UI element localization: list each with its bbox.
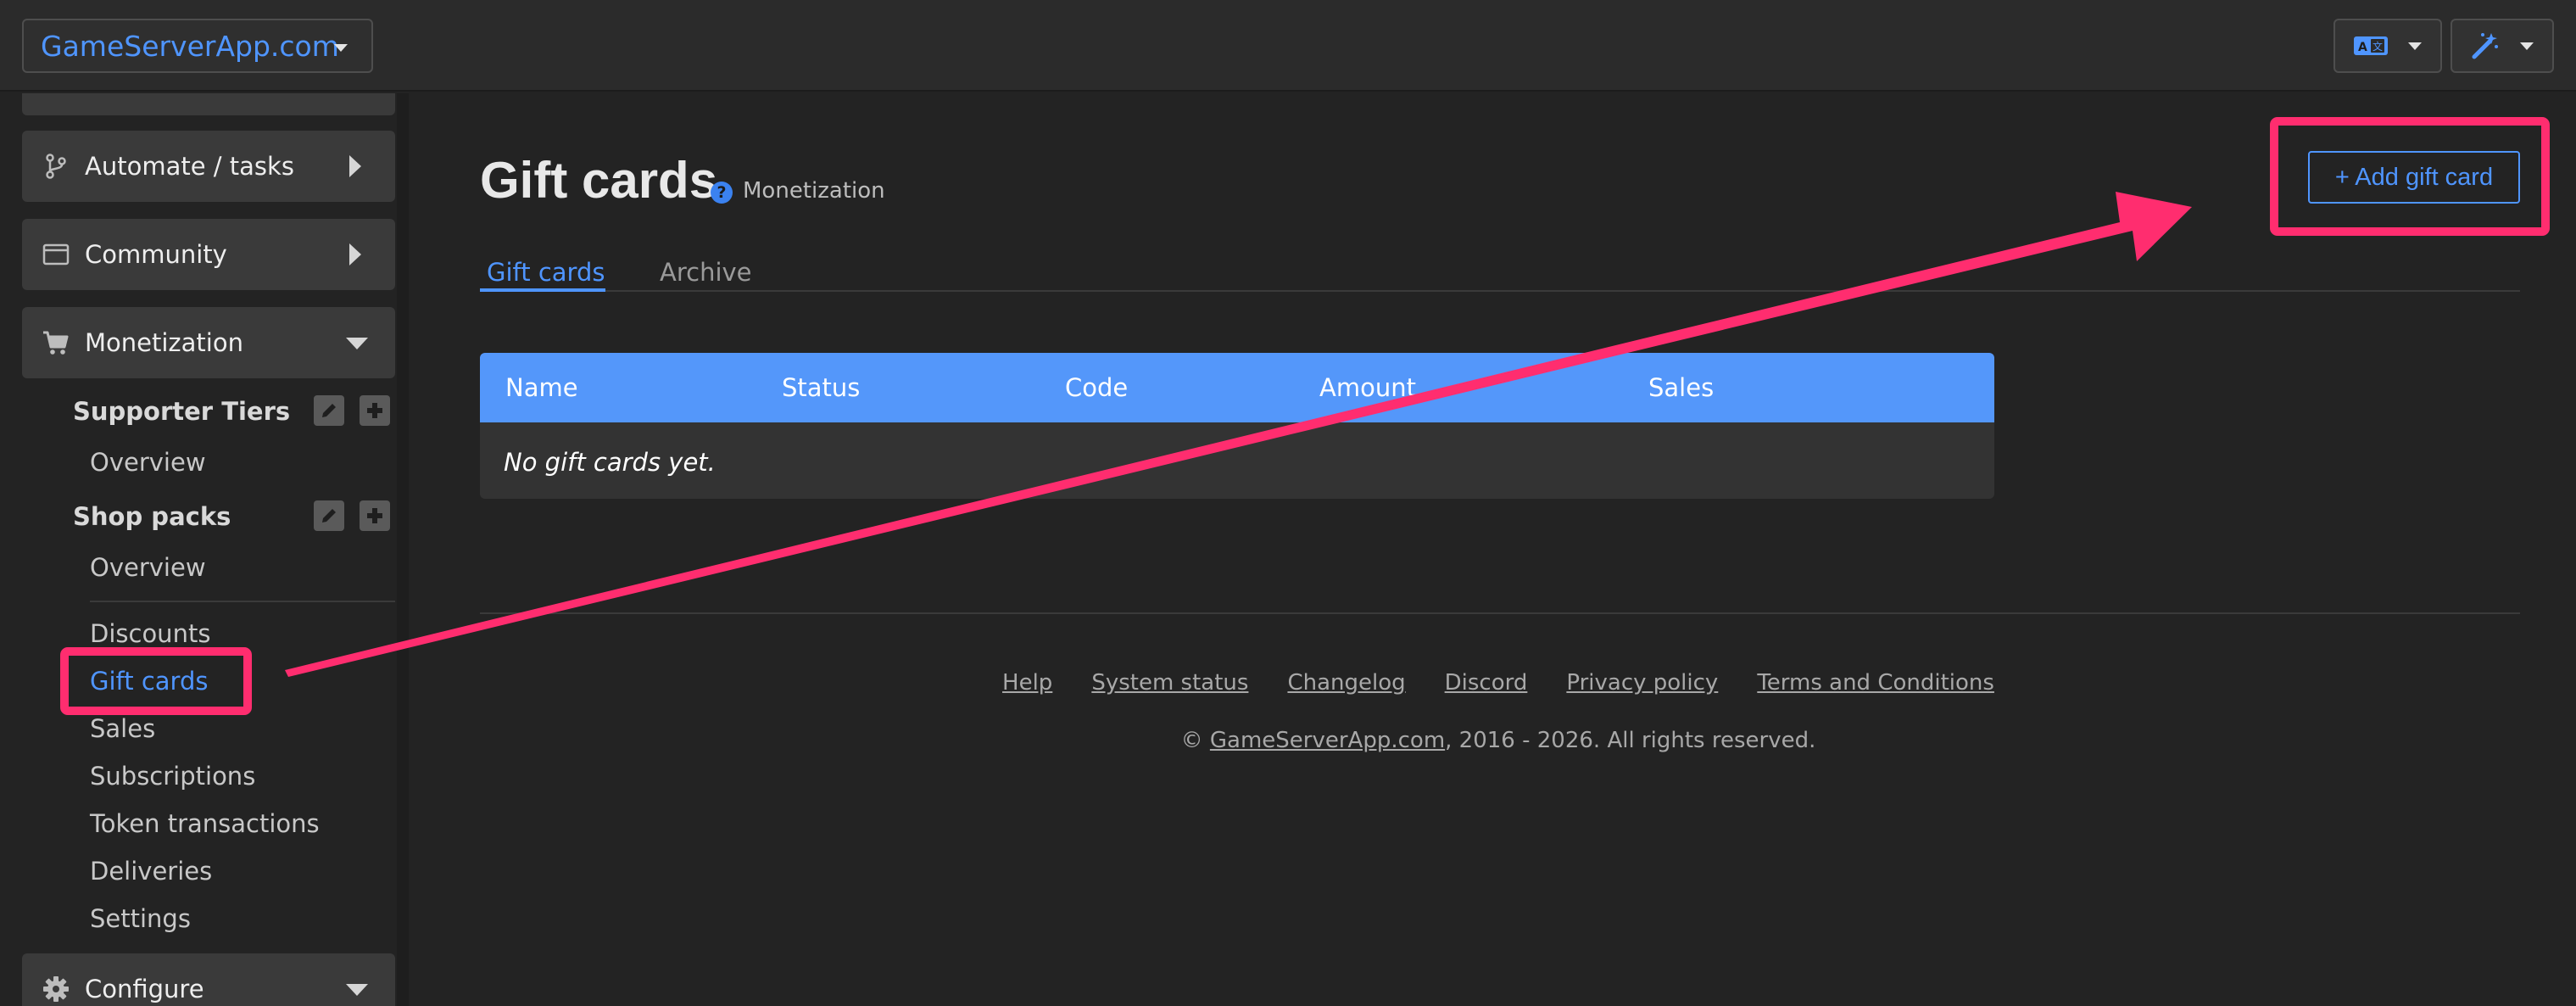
sidebar-link-shop-overview[interactable]: Overview xyxy=(90,553,206,582)
edit-shop-packs-button[interactable] xyxy=(314,500,344,531)
window-icon xyxy=(42,243,70,265)
sidebar-link-token-transactions[interactable]: Token transactions xyxy=(90,809,320,838)
table-header: Name Status Code Amount Sales xyxy=(480,353,1994,422)
gift-cards-table: Name Status Code Amount Sales No gift ca… xyxy=(480,353,1994,499)
add-supporter-tier-button[interactable] xyxy=(360,395,390,426)
sidebar-link-discounts[interactable]: Discounts xyxy=(90,619,210,648)
footer-link-changelog[interactable]: Changelog xyxy=(1287,670,1405,696)
pencil-icon xyxy=(322,509,336,523)
top-bar: GameServerApp.com A 文 xyxy=(0,0,2576,92)
sidebar-item-monetization[interactable]: Monetization xyxy=(22,307,395,378)
column-header-sales[interactable]: Sales xyxy=(1648,373,1714,402)
tools-dropdown-button[interactable] xyxy=(2451,19,2554,73)
column-header-status[interactable]: Status xyxy=(782,373,860,402)
chevron-down-icon xyxy=(346,338,368,349)
chevron-down-icon xyxy=(334,44,348,52)
add-shop-pack-button[interactable] xyxy=(360,500,390,531)
sidebar: Automate / tasks Community Monetization … xyxy=(0,93,409,1006)
sidebar-link-settings[interactable]: Settings xyxy=(90,904,191,933)
table-empty-message: No gift cards yet. xyxy=(504,448,716,477)
shop-packs-heading: Shop packs xyxy=(73,502,231,531)
tab-gift-cards[interactable]: Gift cards xyxy=(487,258,605,287)
footer-links: Help System status Changelog Discord Pri… xyxy=(421,670,2576,696)
site-selector-dropdown[interactable]: GameServerApp.com xyxy=(22,19,373,73)
site-selector-label: GameServerApp.com xyxy=(41,29,339,63)
language-dropdown-button[interactable]: A 文 xyxy=(2333,19,2442,73)
gear-icon xyxy=(43,976,69,1002)
copyright-suffix: , 2016 - 2026. All rights reserved. xyxy=(1445,728,1816,753)
sidebar-panel-partial[interactable] xyxy=(22,93,395,115)
chevron-down-icon xyxy=(2520,42,2534,50)
svg-text:A: A xyxy=(2358,41,2367,54)
chevron-down-icon xyxy=(2408,42,2422,50)
branch-icon xyxy=(46,154,66,179)
category-label: Monetization xyxy=(743,178,885,204)
copyright-text: © GameServerApp.com, 2016 - 2026. All ri… xyxy=(421,728,2576,753)
tab-archive[interactable]: Archive xyxy=(660,258,752,287)
translate-icon: A 文 xyxy=(2354,36,2388,55)
sidebar-item-label: Monetization xyxy=(85,328,243,357)
add-gift-card-button[interactable]: + Add gift card xyxy=(2308,151,2520,204)
sidebar-link-subscriptions[interactable]: Subscriptions xyxy=(90,762,255,791)
sidebar-item-configure[interactable]: Configure xyxy=(22,953,395,1006)
sidebar-divider xyxy=(90,601,395,602)
sidebar-link-gift-cards[interactable]: Gift cards xyxy=(90,667,208,696)
sidebar-item-label: Community xyxy=(85,240,227,269)
copyright-link[interactable]: GameServerApp.com xyxy=(1210,728,1445,753)
active-tab-indicator xyxy=(480,288,605,292)
column-header-code[interactable]: Code xyxy=(1065,373,1128,402)
page-title: Gift cards xyxy=(480,152,718,209)
pencil-icon xyxy=(322,404,336,417)
sidebar-link-supporter-overview[interactable]: Overview xyxy=(90,448,206,477)
svg-text:文: 文 xyxy=(2372,40,2383,53)
supporter-tiers-heading: Supporter Tiers xyxy=(73,397,291,426)
cart-icon xyxy=(43,331,69,355)
footer-link-terms[interactable]: Terms and Conditions xyxy=(1757,670,1994,696)
column-header-name[interactable]: Name xyxy=(505,373,578,402)
column-header-amount[interactable]: Amount xyxy=(1319,373,1416,402)
footer-link-discord[interactable]: Discord xyxy=(1445,670,1528,696)
sidebar-item-community[interactable]: Community xyxy=(22,219,395,290)
chevron-right-icon xyxy=(349,155,361,177)
sidebar-item-label: Automate / tasks xyxy=(85,152,294,181)
chevron-down-icon xyxy=(346,984,368,996)
magic-wand-icon xyxy=(2472,33,2498,59)
chevron-right-icon xyxy=(349,243,361,265)
main-content: Gift cards ? Monetization + Add gift car… xyxy=(421,93,2576,1006)
sidebar-item-label: Configure xyxy=(85,975,204,1003)
footer-link-privacy-policy[interactable]: Privacy policy xyxy=(1566,670,1718,696)
copyright-prefix: © xyxy=(1180,728,1210,753)
sidebar-link-sales[interactable]: Sales xyxy=(90,714,155,743)
plus-icon xyxy=(367,403,382,418)
tab-bar: Gift cards Archive xyxy=(480,244,2520,292)
help-icon[interactable]: ? xyxy=(711,182,733,204)
edit-supporter-tiers-button[interactable] xyxy=(314,395,344,426)
footer-link-help[interactable]: Help xyxy=(1002,670,1052,696)
footer-divider xyxy=(480,612,2520,614)
plus-icon xyxy=(367,508,382,523)
sidebar-item-automate[interactable]: Automate / tasks xyxy=(22,131,395,202)
footer-link-system-status[interactable]: System status xyxy=(1091,670,1248,696)
sidebar-link-deliveries[interactable]: Deliveries xyxy=(90,857,212,886)
